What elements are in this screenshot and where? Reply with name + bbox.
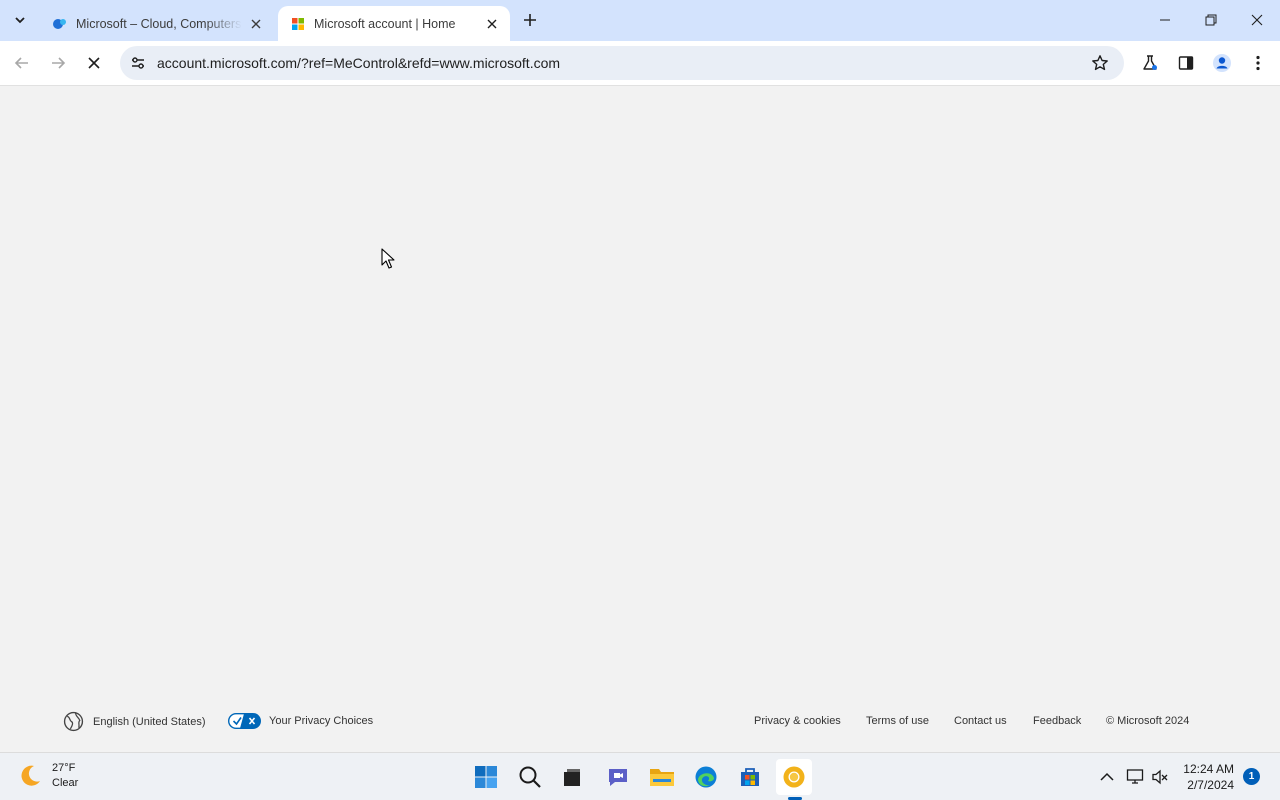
- stop-loading-button[interactable]: [78, 47, 110, 79]
- close-tab-icon[interactable]: [246, 14, 266, 34]
- contact-us-link[interactable]: Contact us: [954, 715, 1007, 727]
- taskbar-search-button[interactable]: [512, 759, 548, 795]
- tab-strip: Microsoft – Cloud, Computers, Apps & Gam…: [0, 0, 1280, 41]
- chevron-down-icon: [15, 17, 25, 24]
- close-tab-icon[interactable]: [482, 14, 502, 34]
- side-panel-icon: [1178, 56, 1194, 70]
- clock-date: 2/7/2024: [1187, 778, 1234, 792]
- moon-icon: [21, 765, 40, 786]
- task-view-button[interactable]: [554, 759, 590, 795]
- network-icon: [1126, 769, 1144, 784]
- arrow-right-icon: [52, 57, 66, 69]
- file-explorer-button[interactable]: [644, 759, 680, 795]
- volume-button[interactable]: [1150, 767, 1170, 787]
- show-hidden-icons-button[interactable]: [1097, 767, 1117, 787]
- close-icon: [88, 57, 100, 69]
- profile-button[interactable]: [1206, 47, 1238, 79]
- tab-microsoft-home[interactable]: Microsoft – Cloud, Computers, Apps & Gam…: [40, 6, 274, 41]
- url-text: account.microsoft.com/?ref=MeControl&ref…: [157, 55, 561, 71]
- flask-icon: [1143, 55, 1157, 70]
- chrome-canary-icon: [783, 766, 805, 788]
- minimize-icon: [1160, 19, 1170, 21]
- restore-button[interactable]: [1188, 0, 1234, 40]
- bookmark-star-icon[interactable]: [1088, 51, 1112, 75]
- language-selector[interactable]: English (United States): [63, 711, 206, 732]
- mouse-cursor-icon: [381, 248, 395, 269]
- network-button[interactable]: [1125, 767, 1145, 787]
- microsoft-logo-favicon: [292, 17, 304, 30]
- teams-chat-button[interactable]: [600, 759, 636, 795]
- teams-chat-icon: [609, 769, 627, 786]
- weather-condition: Clear: [52, 777, 79, 789]
- arrow-left-icon: [14, 57, 28, 69]
- globe-icon: [63, 711, 84, 732]
- windows-taskbar: 27°F Clear 12:24 AM 2/7/2024 1: [0, 752, 1280, 800]
- store-button[interactable]: [732, 759, 768, 795]
- labs-button[interactable]: [1134, 47, 1166, 79]
- start-button[interactable]: [468, 759, 504, 795]
- chrome-canary-button[interactable]: [776, 759, 812, 795]
- minimize-button[interactable]: [1142, 0, 1188, 40]
- privacy-choices-link[interactable]: Your Privacy Choices: [228, 713, 373, 729]
- privacy-cookies-link[interactable]: Privacy & cookies: [754, 715, 841, 727]
- privacy-toggle-icon: [228, 713, 261, 729]
- search-icon: [519, 766, 541, 788]
- feedback-link[interactable]: Feedback: [1033, 715, 1081, 727]
- file-explorer-icon: [650, 769, 674, 786]
- page-footer: English (United States) Your Privacy Cho…: [0, 706, 1280, 736]
- new-tab-button[interactable]: [518, 8, 542, 32]
- task-view-icon: [564, 769, 580, 786]
- side-panel-button[interactable]: [1170, 47, 1202, 79]
- speaker-muted-icon: [1152, 769, 1168, 785]
- forward-button[interactable]: [42, 47, 74, 79]
- start-icon: [475, 766, 497, 788]
- store-icon: [741, 768, 759, 786]
- tab-title: Microsoft account | Home: [314, 16, 456, 31]
- weather-widget[interactable]: 27°F Clear: [16, 761, 78, 791]
- tab-search-button[interactable]: [6, 8, 34, 32]
- system-clock[interactable]: 12:24 AM 2/7/2024: [1176, 761, 1234, 793]
- menu-button[interactable]: [1242, 47, 1274, 79]
- notification-badge[interactable]: 1: [1243, 768, 1260, 785]
- plus-icon: [524, 14, 536, 26]
- tab-title: Microsoft – Cloud, Computers, Apps & Gam…: [76, 16, 242, 31]
- tab-microsoft-account[interactable]: Microsoft account | Home: [278, 6, 510, 41]
- avatar-icon: [1213, 54, 1231, 72]
- language-label: English (United States): [93, 715, 206, 728]
- clock-time: 12:24 AM: [1183, 762, 1234, 776]
- close-icon: [1251, 14, 1263, 26]
- copyright-text: © Microsoft 2024: [1106, 715, 1190, 727]
- chevron-up-icon: [1100, 772, 1114, 781]
- weather-temp: 27°F: [52, 762, 76, 774]
- edge-icon: [695, 766, 717, 788]
- terms-of-use-link[interactable]: Terms of use: [866, 715, 929, 727]
- browser-toolbar: account.microsoft.com/?ref=MeControl&ref…: [0, 41, 1280, 86]
- more-vertical-icon: [1256, 55, 1260, 71]
- back-button[interactable]: [6, 47, 38, 79]
- edge-button[interactable]: [688, 759, 724, 795]
- restore-icon: [1205, 14, 1217, 26]
- address-bar[interactable]: account.microsoft.com/?ref=MeControl&ref…: [120, 46, 1124, 80]
- site-info-icon[interactable]: [126, 51, 150, 75]
- close-window-button[interactable]: [1234, 0, 1280, 40]
- microsoft-edge-favicon: [53, 18, 66, 29]
- privacy-choices-label: Your Privacy Choices: [269, 715, 374, 727]
